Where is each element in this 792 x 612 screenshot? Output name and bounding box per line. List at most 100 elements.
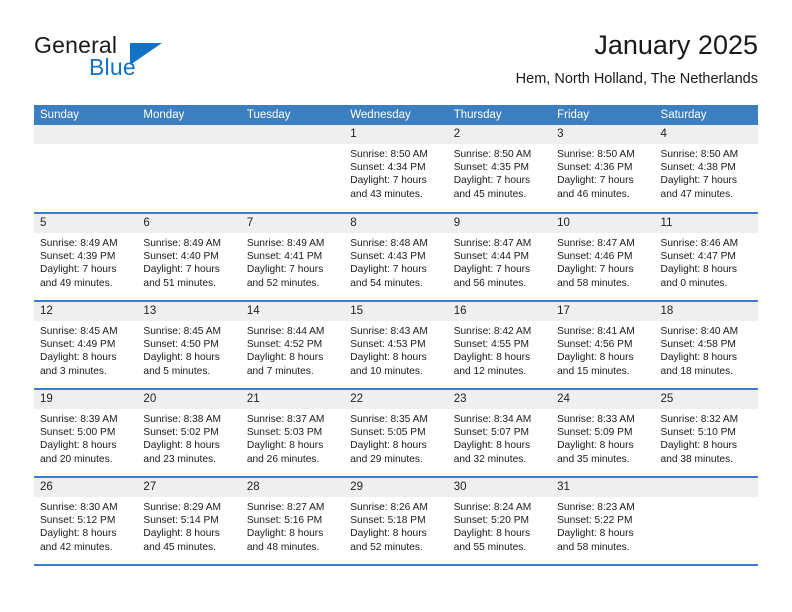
calendar-day-cell[interactable]: 13 Sunrise: 8:45 AM Sunset: 4:50 PM Dayligh… <box>137 301 241 390</box>
sunrise-text: Sunrise: 8:34 AM <box>453 414 532 425</box>
daylight-text-line1: Daylight: 8 hours <box>40 352 117 364</box>
calendar-day-cell[interactable]: 15 Sunrise: 8:43 AM Sunset: 4:53 PM Dayligh… <box>344 301 448 390</box>
sunset-text: Sunset: 5:18 PM <box>350 515 426 527</box>
calendar-day-cell[interactable]: 31 Sunrise: 8:23 AM Sunset: 5:22 PM Dayligh… <box>551 477 655 566</box>
day-cell-details: Sunrise: 8:49 AM Sunset: 4:41 PM Daylight:… <box>241 233 344 290</box>
calendar-day-cell[interactable]: 23 Sunrise: 8:34 AM Sunset: 5:07 PM Dayligh… <box>447 389 552 478</box>
calendar-day-cell[interactable]: 6 Sunrise: 8:49 AM Sunset: 4:40 PM Daylight… <box>137 213 241 302</box>
daylight-text-line2: and 26 minutes. <box>246 453 320 465</box>
day-number: 24 <box>551 390 655 409</box>
calendar-day-cell[interactable]: 17 Sunrise: 8:41 AM Sunset: 4:56 PM Dayligh… <box>551 301 655 390</box>
calendar-day-cell[interactable]: 24 Sunrise: 8:33 AM Sunset: 5:09 PM Dayligh… <box>551 389 655 478</box>
day-number: 8 <box>344 214 448 233</box>
day-cell-inner: 26 Sunrise: 8:30 AM Sunset: 5:12 PM Dayligh… <box>34 478 138 564</box>
day-cell-inner <box>654 478 758 564</box>
day-cell-details: Sunrise: 8:42 AM Sunset: 4:55 PM Daylight:… <box>448 321 551 378</box>
sunset-text: Sunset: 4:43 PM <box>350 251 426 263</box>
daylight-text-line1: Daylight: 8 hours <box>453 352 531 364</box>
calendar-day-cell[interactable]: 21 Sunrise: 8:37 AM Sunset: 5:03 PM Dayligh… <box>240 389 345 478</box>
daylight-text-line2: and 56 minutes. <box>453 277 527 289</box>
daylight-text-line1: Daylight: 7 hours <box>350 264 427 276</box>
day-number: 11 <box>654 214 758 233</box>
sunset-text: Sunset: 4:44 PM <box>453 251 530 263</box>
daylight-text-line1: Daylight: 7 hours <box>557 175 634 187</box>
sunset-text: Sunset: 4:52 PM <box>246 339 323 351</box>
sunset-text: Sunset: 5:00 PM <box>40 427 116 439</box>
daylight-text-line2: and 46 minutes. <box>557 188 630 200</box>
calendar-day-cell[interactable]: 28 Sunrise: 8:27 AM Sunset: 5:16 PM Dayligh… <box>240 477 345 566</box>
calendar-day-cell[interactable]: 26 Sunrise: 8:30 AM Sunset: 5:12 PM Dayligh… <box>34 477 138 566</box>
day-cell-details: Sunrise: 8:37 AM Sunset: 5:03 PM Daylight:… <box>241 409 344 466</box>
daylight-text-line2: and 18 minutes. <box>660 365 734 377</box>
calendar-day-cell[interactable]: 16 Sunrise: 8:42 AM Sunset: 4:55 PM Dayligh… <box>447 301 552 390</box>
calendar-day-cell[interactable]: 9 Sunrise: 8:47 AM Sunset: 4:44 PM Daylight… <box>447 213 552 302</box>
day-cell-inner: 7 Sunrise: 8:49 AM Sunset: 4:41 PM Daylight… <box>240 214 345 300</box>
day-number: 6 <box>137 214 241 233</box>
calendar-day-cell[interactable]: 30 Sunrise: 8:24 AM Sunset: 5:20 PM Dayligh… <box>447 477 552 566</box>
day-number: 31 <box>551 478 655 497</box>
sunrise-text: Sunrise: 8:47 AM <box>453 238 532 249</box>
daylight-text-line2: and 20 minutes. <box>40 453 113 465</box>
day-cell-inner: 16 Sunrise: 8:42 AM Sunset: 4:55 PM Dayligh… <box>447 302 552 388</box>
calendar-day-cell[interactable]: 3 Sunrise: 8:50 AM Sunset: 4:36 PM Daylight… <box>551 125 655 214</box>
day-cell-inner: 8 Sunrise: 8:48 AM Sunset: 4:43 PM Daylight… <box>344 214 448 300</box>
calendar-day-cell[interactable]: 19 Sunrise: 8:39 AM Sunset: 5:00 PM Dayligh… <box>34 389 138 478</box>
sunrise-text: Sunrise: 8:32 AM <box>660 414 739 425</box>
daylight-text-line1: Daylight: 8 hours <box>350 352 427 364</box>
calendar-day-cell[interactable]: 2 Sunrise: 8:50 AM Sunset: 4:35 PM Daylight… <box>447 125 552 214</box>
daylight-text-line1: Daylight: 8 hours <box>143 440 220 452</box>
daylight-text-line2: and 5 minutes. <box>143 365 211 377</box>
calendar-day-cell[interactable]: 20 Sunrise: 8:38 AM Sunset: 5:02 PM Dayligh… <box>137 389 241 478</box>
dow-thursday: Thursday <box>447 105 552 125</box>
day-cell-inner: 18 Sunrise: 8:40 AM Sunset: 4:58 PM Dayligh… <box>654 302 758 388</box>
day-cell-details: Sunrise: 8:39 AM Sunset: 5:00 PM Daylight:… <box>34 409 137 466</box>
calendar-day-cell[interactable]: 11 Sunrise: 8:46 AM Sunset: 4:47 PM Dayligh… <box>654 213 758 302</box>
sunrise-text: Sunrise: 8:30 AM <box>40 502 118 513</box>
day-number: 30 <box>447 478 552 497</box>
calendar-day-cell[interactable]: 1 Sunrise: 8:50 AM Sunset: 4:34 PM Daylight… <box>344 125 448 214</box>
calendar-day-cell[interactable]: 18 Sunrise: 8:40 AM Sunset: 4:58 PM Dayligh… <box>654 301 758 390</box>
day-cell-details: Sunrise: 8:49 AM Sunset: 4:40 PM Daylight:… <box>137 233 240 290</box>
daylight-text-line1: Daylight: 8 hours <box>350 440 427 452</box>
daylight-text-line2: and 58 minutes. <box>557 277 630 289</box>
calendar-day-cell[interactable]: 12 Sunrise: 8:45 AM Sunset: 4:49 PM Dayligh… <box>34 301 138 390</box>
day-cell-inner: 4 Sunrise: 8:50 AM Sunset: 4:38 PM Daylight… <box>654 125 758 211</box>
day-of-week-header-row: Sunday Monday Tuesday Wednesday Thursday… <box>34 105 758 125</box>
day-cell-details: Sunrise: 8:24 AM Sunset: 5:20 PM Daylight:… <box>448 497 551 554</box>
calendar-day-cell[interactable]: 22 Sunrise: 8:35 AM Sunset: 5:05 PM Dayligh… <box>344 389 448 478</box>
calendar-day-cell[interactable]: 14 Sunrise: 8:44 AM Sunset: 4:52 PM Dayligh… <box>240 301 345 390</box>
sunrise-text: Sunrise: 8:50 AM <box>350 149 428 160</box>
day-cell-details: Sunrise: 8:27 AM Sunset: 5:16 PM Daylight:… <box>241 497 344 554</box>
daylight-text-line2: and 15 minutes. <box>557 365 630 377</box>
sunset-text: Sunset: 5:02 PM <box>143 427 219 439</box>
sunrise-text: Sunrise: 8:24 AM <box>453 502 532 513</box>
sunset-text: Sunset: 4:55 PM <box>453 339 530 351</box>
day-cell-inner <box>137 125 241 211</box>
day-cell-details: Sunrise: 8:44 AM Sunset: 4:52 PM Daylight:… <box>241 321 344 378</box>
calendar-day-cell[interactable]: 10 Sunrise: 8:47 AM Sunset: 4:46 PM Dayligh… <box>551 213 655 302</box>
brand-logo[interactable]: General Blue <box>34 32 264 88</box>
day-number: 22 <box>344 390 448 409</box>
daylight-text-line1: Daylight: 7 hours <box>453 264 531 276</box>
daylight-text-line2: and 58 minutes. <box>557 541 630 553</box>
day-cell-inner: 22 Sunrise: 8:35 AM Sunset: 5:05 PM Dayligh… <box>344 390 448 476</box>
daylight-text-line2: and 55 minutes. <box>453 541 527 553</box>
calendar-day-cell[interactable]: 25 Sunrise: 8:32 AM Sunset: 5:10 PM Dayligh… <box>654 389 758 478</box>
calendar-day-cell[interactable]: 29 Sunrise: 8:26 AM Sunset: 5:18 PM Dayligh… <box>344 477 448 566</box>
calendar-day-cell[interactable]: 4 Sunrise: 8:50 AM Sunset: 4:38 PM Daylight… <box>654 125 758 214</box>
day-number: 4 <box>654 125 758 144</box>
sunset-text: Sunset: 5:12 PM <box>40 515 116 527</box>
day-number: 13 <box>137 302 241 321</box>
calendar-week-row: 1 Sunrise: 8:50 AM Sunset: 4:34 PM Daylight… <box>34 125 758 214</box>
calendar-day-cell[interactable]: 7 Sunrise: 8:49 AM Sunset: 4:41 PM Daylight… <box>240 213 345 302</box>
calendar-day-cell[interactable]: 8 Sunrise: 8:48 AM Sunset: 4:43 PM Daylight… <box>344 213 448 302</box>
sunset-text: Sunset: 5:07 PM <box>453 427 530 439</box>
calendar-day-cell[interactable]: 5 Sunrise: 8:49 AM Sunset: 4:39 PM Daylight… <box>34 213 138 302</box>
daylight-text-line1: Daylight: 8 hours <box>143 528 220 540</box>
calendar-day-cell[interactable]: 27 Sunrise: 8:29 AM Sunset: 5:14 PM Dayligh… <box>137 477 241 566</box>
sunset-text: Sunset: 4:35 PM <box>453 162 530 174</box>
daylight-text-line2: and 54 minutes. <box>350 277 423 289</box>
calendar-page: General Blue January 2025 Hem, North Hol… <box>0 0 792 612</box>
day-cell-details: Sunrise: 8:32 AM Sunset: 5:10 PM Daylight:… <box>655 409 758 466</box>
day-number: 19 <box>34 390 138 409</box>
